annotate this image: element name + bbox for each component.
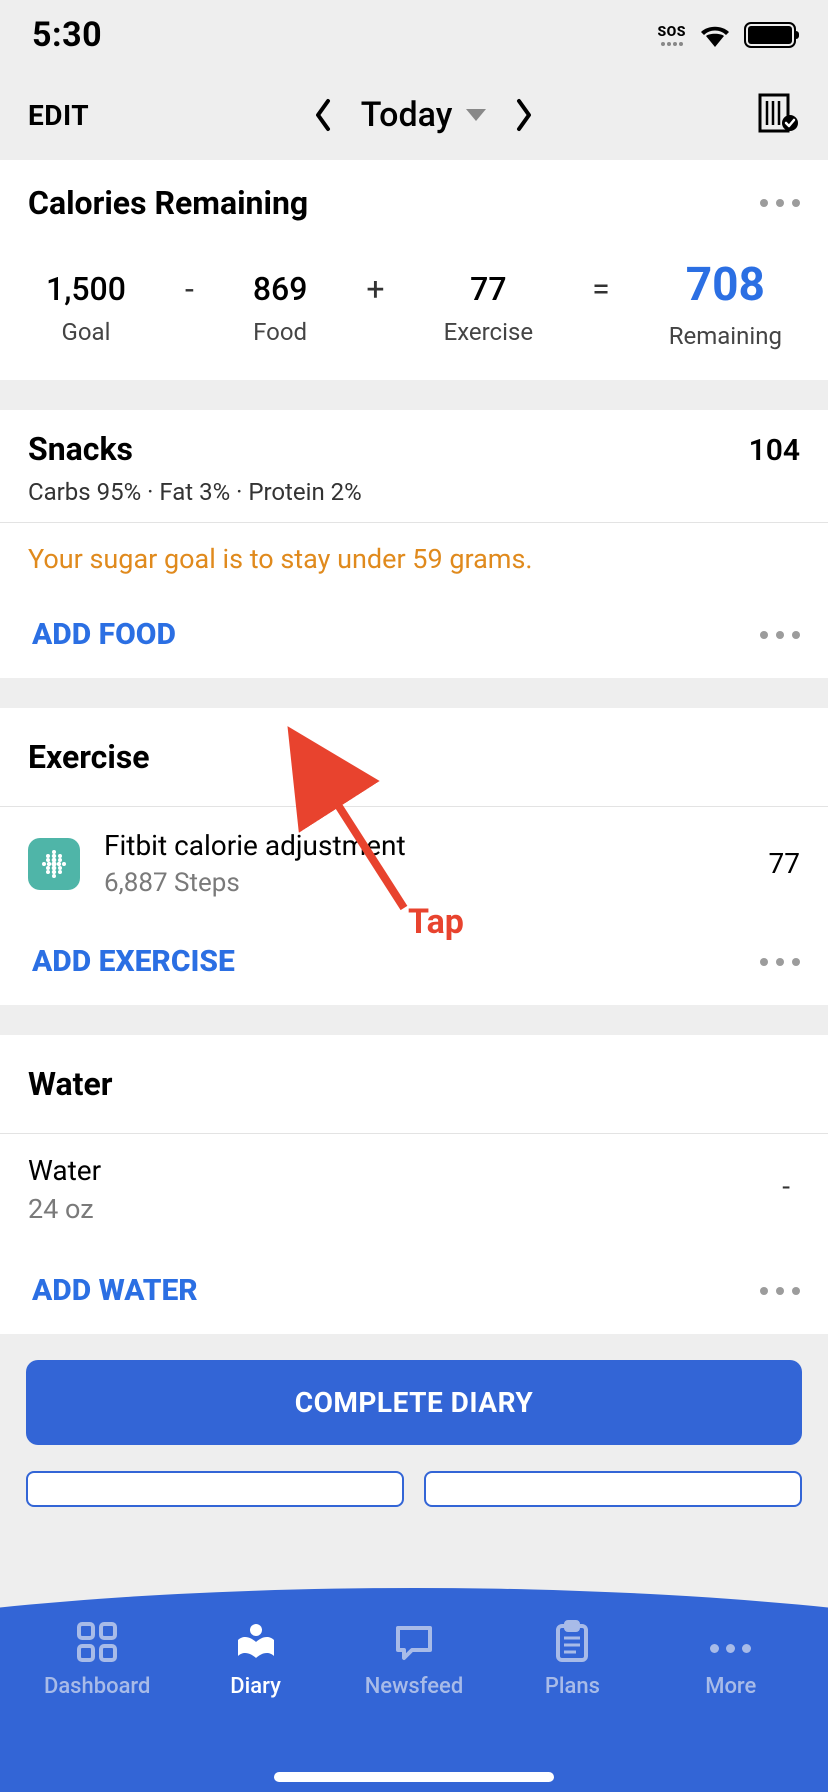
- snacks-more-button[interactable]: [760, 631, 800, 639]
- goal-value: 1,500: [46, 270, 126, 308]
- equals-operator: =: [592, 270, 610, 308]
- exercise-label: Exercise: [444, 318, 533, 346]
- calories-title: Calories Remaining: [28, 184, 308, 222]
- date-selector[interactable]: Today: [361, 95, 487, 135]
- fitbit-icon: [28, 838, 80, 890]
- battery-icon: [744, 22, 796, 48]
- more-icon: [710, 1620, 751, 1664]
- snacks-section: Snacks 104 Carbs 95% · Fat 3% · Protein …: [0, 410, 828, 678]
- water-item[interactable]: Water 24 oz -: [0, 1133, 828, 1249]
- date-navigator: Today: [89, 95, 758, 135]
- exercise-item-sub: 6,887 Steps: [104, 868, 745, 898]
- sos-indicator: SOS: [657, 24, 686, 46]
- status-bar: 5:30 SOS: [0, 0, 828, 70]
- home-indicator: [274, 1772, 554, 1782]
- secondary-cards-row: [0, 1471, 828, 1507]
- water-more-button[interactable]: [760, 1287, 800, 1295]
- plans-icon: [550, 1620, 594, 1664]
- sugar-goal-note: Your sugar goal is to stay under 59 gram…: [28, 523, 800, 617]
- snacks-macros: Carbs 95% · Fat 3% · Protein 2%: [28, 478, 800, 522]
- diary-icon: [234, 1620, 278, 1664]
- water-section: Water Water 24 oz - ADD WATER: [0, 1035, 828, 1334]
- tabbar: Dashboard Diary Newsfeed Plans More: [0, 1572, 828, 1792]
- minus-operator: -: [185, 270, 194, 308]
- add-food-button[interactable]: ADD FOOD: [28, 617, 176, 652]
- prev-day-button[interactable]: [313, 98, 333, 132]
- exercise-value: 77: [470, 270, 506, 308]
- status-icons: SOS: [657, 22, 796, 48]
- calorie-exercise: 77 Exercise: [444, 270, 533, 346]
- tab-newsfeed[interactable]: Newsfeed: [344, 1620, 484, 1699]
- remaining-label: Remaining: [669, 322, 782, 350]
- tab-plans[interactable]: Plans: [502, 1620, 642, 1699]
- status-time: 5:30: [32, 15, 102, 55]
- secondary-card-2[interactable]: [424, 1471, 802, 1507]
- tab-newsfeed-label: Newsfeed: [365, 1674, 464, 1699]
- tab-more[interactable]: More: [661, 1620, 801, 1699]
- tab-more-label: More: [705, 1674, 756, 1699]
- remaining-value: 708: [686, 258, 765, 312]
- next-day-button[interactable]: [514, 98, 534, 132]
- tab-plans-label: Plans: [545, 1674, 600, 1699]
- water-item-label: Water: [28, 1154, 101, 1187]
- diary-header: EDIT Today: [0, 70, 828, 160]
- newsfeed-icon: [392, 1620, 436, 1664]
- wifi-icon: [698, 22, 732, 48]
- chevron-down-icon: [466, 109, 486, 121]
- sos-label: SOS: [657, 24, 686, 40]
- tab-diary[interactable]: Diary: [186, 1620, 326, 1699]
- complete-diary-wrap: COMPLETE DIARY: [0, 1334, 828, 1471]
- calorie-goal: 1,500 Goal: [46, 270, 126, 346]
- water-item-amount: 24 oz: [28, 1193, 101, 1225]
- calories-remaining-card: Calories Remaining 1,500 Goal - 869 Food…: [0, 160, 828, 380]
- calorie-food: 869 Food: [253, 270, 308, 346]
- snacks-title: Snacks: [28, 430, 133, 468]
- exercise-item-calories: 77: [769, 847, 800, 880]
- water-dash: -: [782, 1154, 800, 1203]
- secondary-card-1[interactable]: [26, 1471, 404, 1507]
- food-label: Food: [253, 318, 307, 346]
- exercise-title: Exercise: [28, 738, 800, 776]
- date-label-text: Today: [361, 95, 453, 135]
- calorie-remaining: 708 Remaining: [669, 258, 782, 350]
- plus-operator: +: [366, 270, 384, 308]
- exercise-section: Exercise Fitbit calorie adjustment 6,887…: [0, 708, 828, 1005]
- tab-dashboard-label: Dashboard: [44, 1674, 150, 1699]
- barcode-scan-button[interactable]: [758, 93, 800, 137]
- exercise-item-title: Fitbit calorie adjustment: [104, 829, 745, 862]
- water-title: Water: [28, 1065, 800, 1103]
- edit-button[interactable]: EDIT: [28, 99, 89, 132]
- food-value: 869: [253, 270, 308, 308]
- complete-diary-button[interactable]: COMPLETE DIARY: [26, 1360, 802, 1445]
- add-water-button[interactable]: ADD WATER: [28, 1273, 198, 1308]
- goal-label: Goal: [61, 318, 110, 346]
- calories-more-button[interactable]: [760, 199, 800, 207]
- tab-diary-label: Diary: [230, 1674, 281, 1699]
- exercise-more-button[interactable]: [760, 958, 800, 966]
- tab-dashboard[interactable]: Dashboard: [27, 1620, 167, 1699]
- dashboard-icon: [75, 1620, 119, 1664]
- snacks-total: 104: [749, 433, 800, 468]
- add-exercise-button[interactable]: ADD EXERCISE: [28, 944, 235, 979]
- exercise-item-fitbit[interactable]: Fitbit calorie adjustment 6,887 Steps 77: [0, 806, 828, 920]
